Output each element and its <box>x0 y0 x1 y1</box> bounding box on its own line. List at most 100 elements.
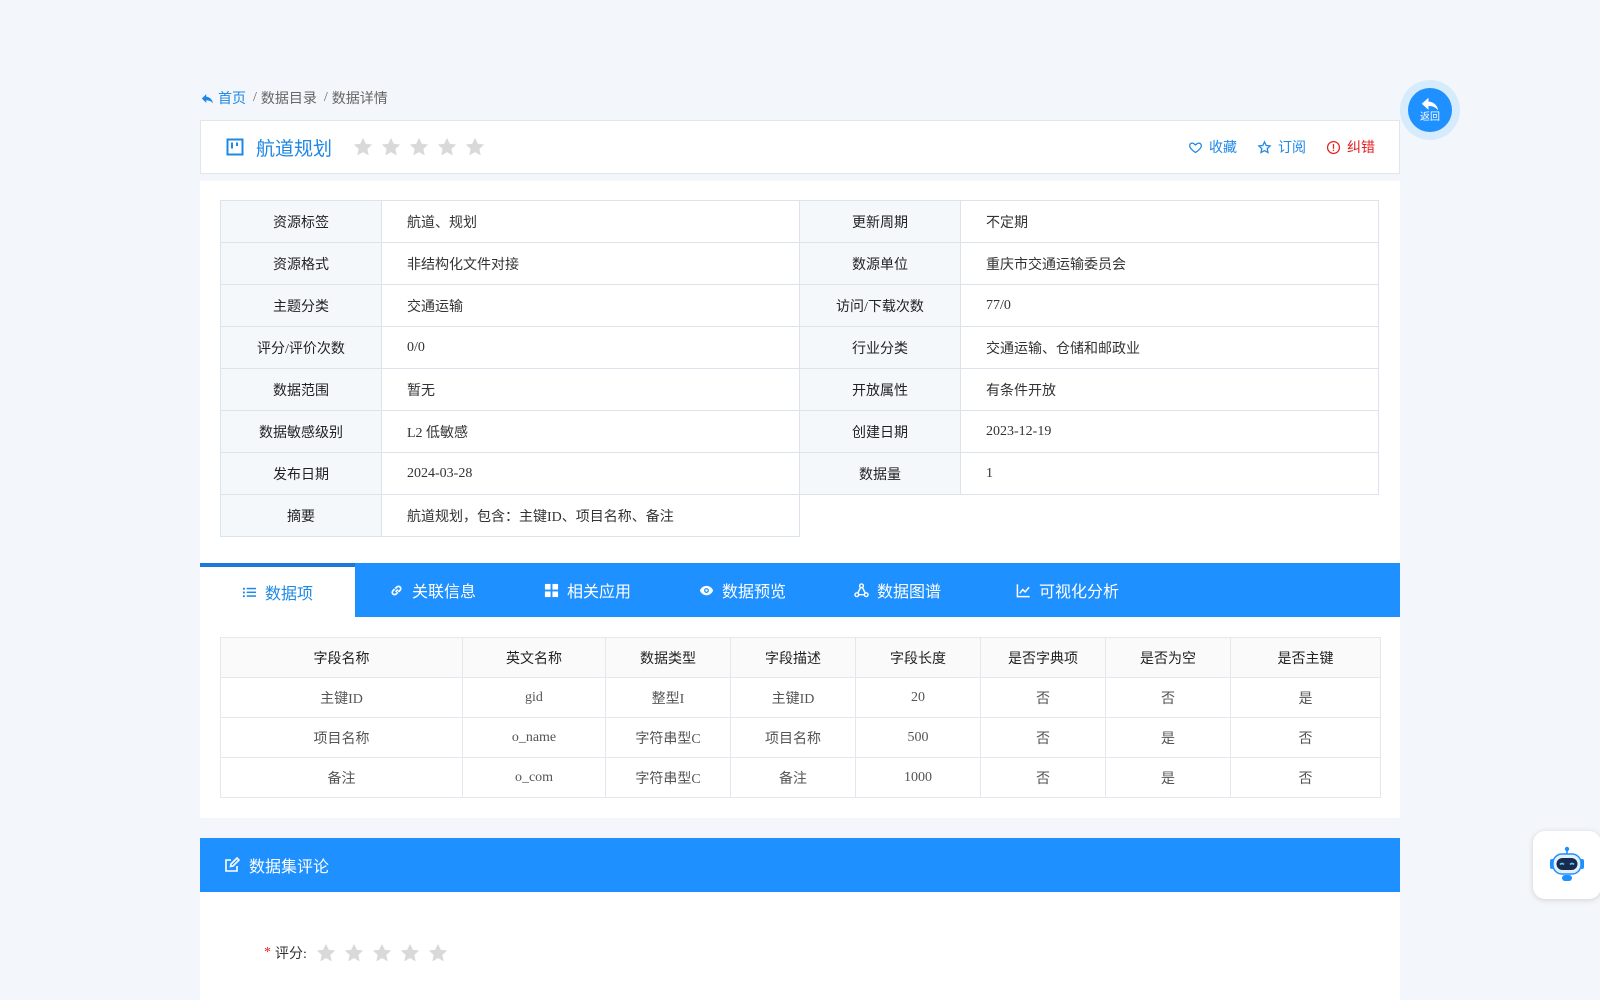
info-empty-cell <box>800 495 1379 537</box>
table-cell: 项目名称 <box>220 717 463 758</box>
column-header: 数据类型 <box>605 637 731 678</box>
tab-related-info[interactable]: 关联信息 <box>355 563 510 617</box>
column-header: 是否为空 <box>1105 637 1231 678</box>
column-header: 是否字典项 <box>980 637 1106 678</box>
rate-star-3[interactable] <box>371 942 393 964</box>
info-value: 不定期 <box>960 200 1379 243</box>
info-key: 评分/评价次数 <box>220 326 382 369</box>
table-cell: 备注 <box>220 757 463 798</box>
table-cell: 整型I <box>605 677 731 718</box>
breadcrumb-item-catalog[interactable]: 数据目录 <box>261 88 317 108</box>
rate-star-1[interactable] <box>315 942 337 964</box>
header-rating-stars <box>352 136 486 158</box>
tab-related-apps[interactable]: 相关应用 <box>510 563 665 617</box>
edit-icon <box>225 857 240 872</box>
comment-section-header: 数据集评论 <box>200 838 1400 892</box>
info-key: 开放属性 <box>799 368 961 411</box>
table-cell: 主键ID <box>730 677 856 718</box>
info-row: 数据敏感级别 L2 低敏感 创建日期 2023-12-19 <box>220 410 1379 453</box>
info-key: 行业分类 <box>799 326 961 369</box>
info-row: 摘要 航道规划，包含：主键ID、项目名称、备注 <box>220 494 1379 537</box>
column-header: 是否主键 <box>1230 637 1381 678</box>
rate-star-2[interactable] <box>343 942 365 964</box>
rate-star-5[interactable] <box>427 942 449 964</box>
info-row: 评分/评价次数 0/0 行业分类 交通运输、仓储和邮政业 <box>220 326 1379 369</box>
table-cell: 否 <box>980 717 1106 758</box>
report-error-button[interactable]: 纠错 <box>1326 137 1375 157</box>
assistant-button[interactable] <box>1533 831 1600 899</box>
info-value: 1 <box>960 452 1379 495</box>
table-cell: 项目名称 <box>730 717 856 758</box>
star-icon <box>465 137 485 156</box>
tab-data-graph[interactable]: 数据图谱 <box>820 563 975 617</box>
table-row: 主键ID gid 整型I 主键ID 20 否否是 <box>220 677 1381 718</box>
info-key: 发布日期 <box>220 452 382 495</box>
table-cell: 否 <box>980 757 1106 798</box>
info-row: 主题分类 交通运输 访问/下载次数 77/0 <box>220 284 1379 327</box>
comment-rating-stars <box>315 942 449 964</box>
graph-icon <box>854 582 869 597</box>
tab-data-preview[interactable]: 数据预览 <box>665 563 820 617</box>
column-header: 字段名称 <box>220 637 463 678</box>
info-key: 数据敏感级别 <box>220 410 382 453</box>
list-icon <box>242 587 257 597</box>
info-row: 资源格式 非结构化文件对接 数源单位 重庆市交通运输委员会 <box>220 242 1379 285</box>
rate-star-4[interactable] <box>399 942 421 964</box>
favorite-button[interactable]: 收藏 <box>1188 137 1237 157</box>
subscribe-button[interactable]: 订阅 <box>1257 137 1306 157</box>
link-icon <box>391 585 402 595</box>
robot-icon <box>1550 846 1584 881</box>
dataset-info-panel: 资源标签 航道、规划 更新周期 不定期 资源格式 非结构化文件对接 数源单位 重庆市交通运输委… <box>200 181 1400 564</box>
star-icon <box>381 137 401 156</box>
column-header: 字段长度 <box>855 637 981 678</box>
table-cell: o_com <box>462 757 606 798</box>
table-cell: 主键ID <box>220 677 463 718</box>
star-outline-icon <box>1257 139 1272 154</box>
kanban-icon <box>226 138 244 156</box>
info-key: 资源标签 <box>220 200 382 243</box>
table-cell: 备注 <box>730 757 856 798</box>
column-header: 英文名称 <box>462 637 606 678</box>
info-value: 航道、规划 <box>381 200 800 243</box>
tab-data-items[interactable]: 数据项 <box>200 563 355 617</box>
table-cell: 字符串型C <box>605 717 731 758</box>
info-value: 交通运输 <box>381 284 800 327</box>
info-value: 暂无 <box>381 368 800 411</box>
info-value: 航道规划，包含：主键ID、项目名称、备注 <box>381 494 800 537</box>
floating-back-button[interactable]: 返回 <box>1400 80 1460 140</box>
info-key: 数源单位 <box>799 242 961 285</box>
comment-section-body: * 评分: <box>200 892 1400 1000</box>
comment-rating-row: * 评分: <box>264 942 449 964</box>
table-cell: 500 <box>855 717 981 758</box>
breadcrumb: 首页 / 数据目录 / 数据详情 <box>200 88 388 108</box>
table-cell: 1000 <box>855 757 981 798</box>
table-cell: 是 <box>1230 677 1381 718</box>
info-key: 访问/下载次数 <box>799 284 961 327</box>
header-actions: 收藏 订阅 纠错 <box>1188 121 1375 173</box>
info-row: 发布日期 2024-03-28 数据量 1 <box>220 452 1379 495</box>
info-value: 2024-03-28 <box>381 452 800 495</box>
back-arrow-icon <box>201 93 214 103</box>
table-cell: 是 <box>1105 757 1231 798</box>
breadcrumb-item-detail: 数据详情 <box>331 92 388 107</box>
grid-icon <box>544 583 559 597</box>
info-key: 数据量 <box>799 452 961 495</box>
info-value: 有条件开放 <box>960 368 1379 411</box>
info-key: 摘要 <box>220 494 382 537</box>
info-value: 非结构化文件对接 <box>381 242 800 285</box>
info-key: 创建日期 <box>799 410 961 453</box>
breadcrumb-separator: / <box>323 90 328 105</box>
page-title: 航道规划 <box>256 138 333 160</box>
star-icon <box>353 137 373 156</box>
info-value: 77/0 <box>960 284 1379 327</box>
table-cell: o_name <box>462 717 606 758</box>
eye-icon <box>699 585 714 595</box>
tab-visual-analysis[interactable]: 可视化分析 <box>975 563 1160 617</box>
table-cell: 20 <box>855 677 981 718</box>
star-icon <box>409 137 429 156</box>
breadcrumb-home[interactable]: 首页 <box>200 88 246 108</box>
info-key: 数据范围 <box>220 368 382 411</box>
info-value: 交通运输、仓储和邮政业 <box>960 326 1379 369</box>
table-cell: 否 <box>1105 677 1231 718</box>
info-row: 数据范围 暂无 开放属性 有条件开放 <box>220 368 1379 411</box>
